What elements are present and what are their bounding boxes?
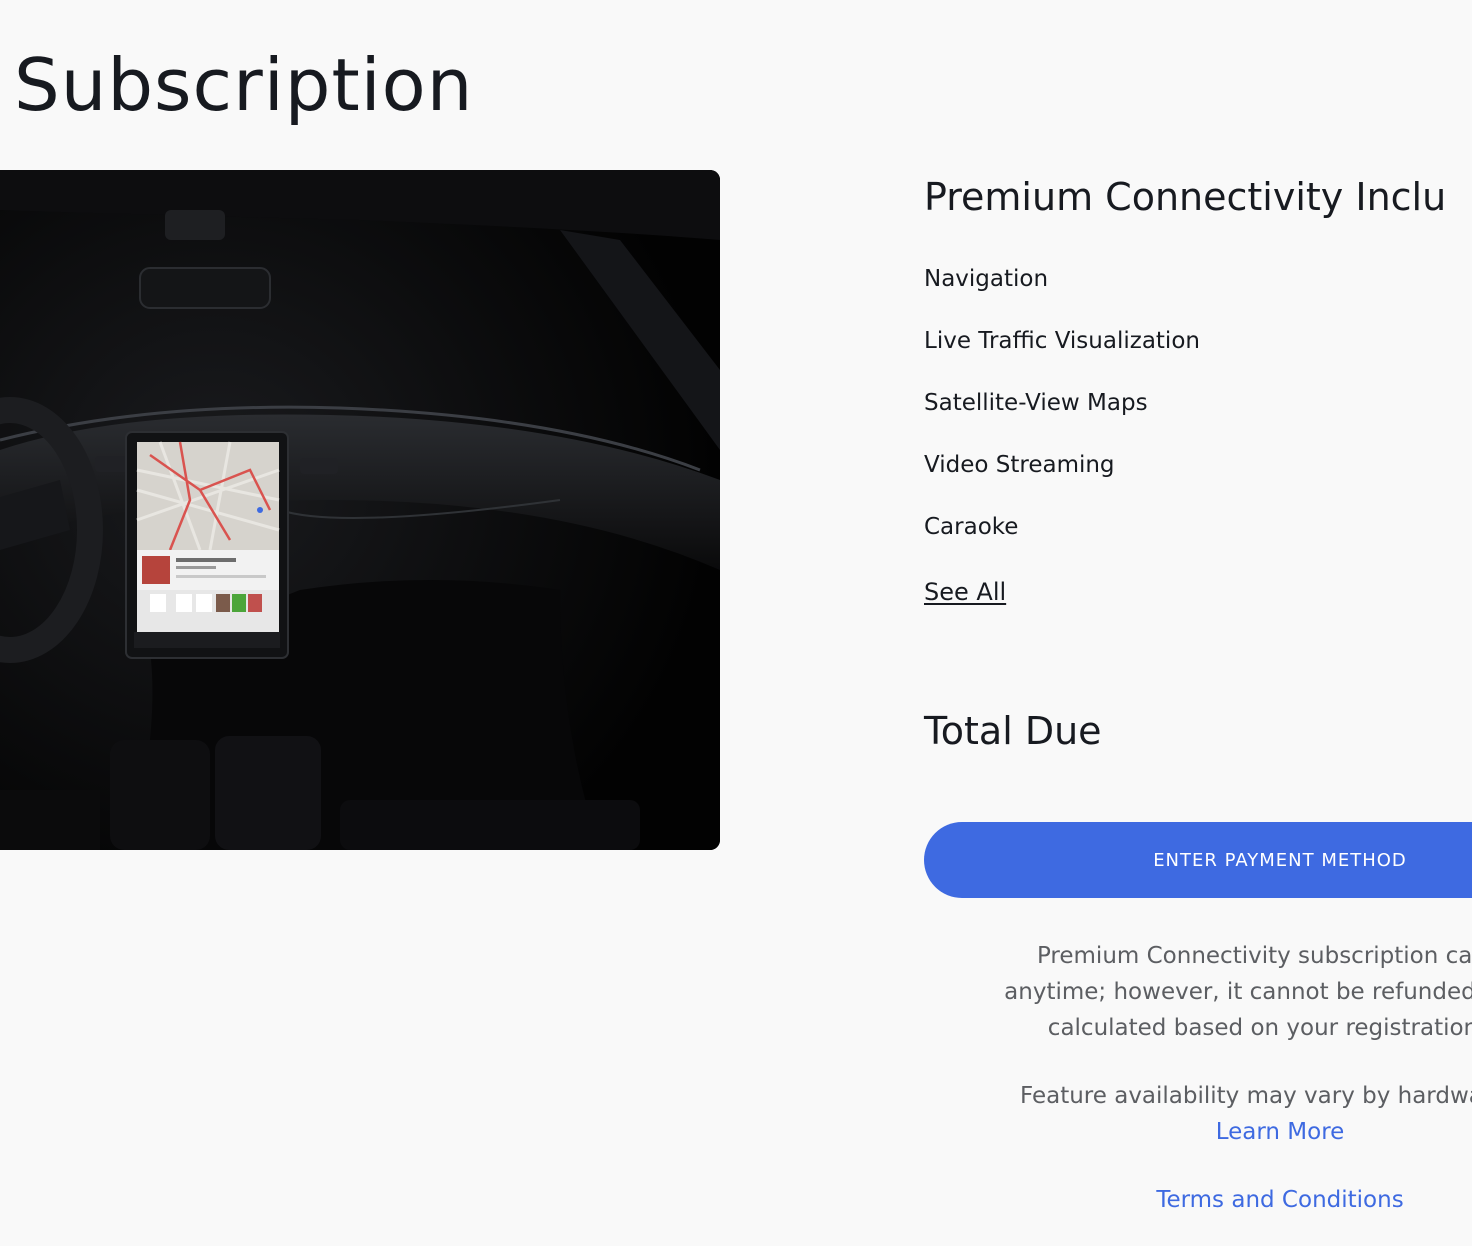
car-interior-illustration: [0, 170, 720, 850]
availability-note: Feature availability may vary by hardwar…: [1020, 1083, 1472, 1109]
subscription-details: Premium Connectivity Inclu Navigation Li…: [924, 0, 1472, 1246]
car-interior-image: [0, 170, 720, 850]
feature-item-satellite-maps: Satellite-View Maps: [924, 390, 1148, 416]
learn-more-link[interactable]: Learn More: [924, 1114, 1472, 1150]
terms-and-conditions-link[interactable]: Terms and Conditions: [924, 1182, 1472, 1218]
disclaimer-line-3: calculated based on your registration ac: [1047, 1015, 1472, 1041]
section-title: Premium Connectivity Inclu: [924, 175, 1447, 219]
disclaimer-line-2: anytime; however, it cannot be refunded.…: [1004, 979, 1472, 1005]
total-due-title: Total Due: [924, 709, 1102, 753]
feature-item-live-traffic: Live Traffic Visualization: [924, 328, 1200, 354]
page-title: Subscription: [14, 43, 474, 127]
enter-payment-method-button[interactable]: ENTER PAYMENT METHOD: [924, 822, 1472, 898]
feature-item-navigation: Navigation: [924, 266, 1049, 292]
disclaimer-line-1: Premium Connectivity subscription can be: [1036, 943, 1472, 969]
subscription-page: Subscription Premium Connectivity Inclu …: [0, 0, 1472, 1246]
see-all-link[interactable]: See All: [924, 578, 1006, 606]
feature-item-video-streaming: Video Streaming: [924, 452, 1115, 478]
refund-disclaimer: Premium Connectivity subscription can be…: [924, 938, 1472, 1046]
feature-item-caraoke: Caraoke: [924, 514, 1019, 540]
